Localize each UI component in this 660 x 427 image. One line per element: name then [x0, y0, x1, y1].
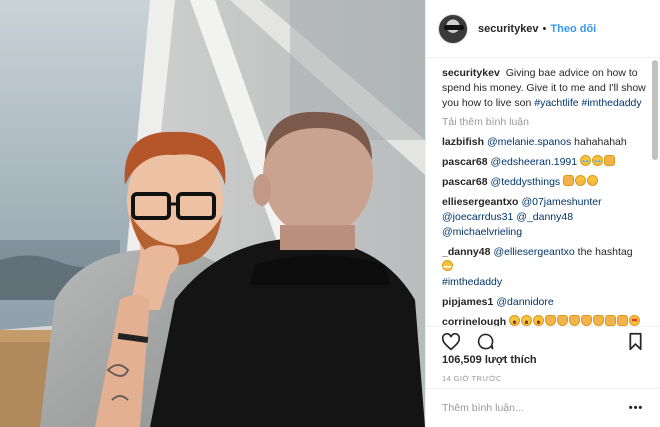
comment-username[interactable]: corrinelough [442, 316, 506, 326]
thumb-emoji-icon [605, 315, 617, 326]
comment-mention[interactable]: @dannidore [496, 296, 553, 308]
comment-row: corrinelough [442, 315, 646, 326]
thumb-emoji-icon [617, 315, 629, 326]
post-photo[interactable] [0, 0, 425, 427]
clap-emoji-icon [545, 315, 557, 326]
thumb-emoji-icon [563, 175, 575, 186]
comment-row: elliesergeantxo @07jameshunter @joecarrdu… [442, 195, 646, 240]
caption: securitykev Giving bae advice on how to … [442, 66, 646, 111]
post-sidebar: securitykev • Theo dõi securitykev Givin… [425, 0, 660, 427]
more-options-icon[interactable]: ••• [628, 402, 644, 414]
comment-mention[interactable]: @elliesergeantxo [493, 246, 574, 258]
caption-hashtags[interactable]: #yachtlife #imthedaddy [534, 97, 641, 109]
post-time: 14 GIỜ TRƯỚC [442, 374, 502, 383]
comment-mention[interactable]: @melanie.spanos [487, 136, 571, 148]
clap-emoji-icon [581, 315, 593, 326]
comment-row: lazbifish @melanie.spanos hahahahah [442, 135, 646, 150]
comment-text: the hashtag [577, 246, 633, 258]
comment-rows: lazbifish @melanie.spanos hahahahah pasca… [442, 135, 646, 326]
comment-mention[interactable]: @edsheeran.1991 [491, 156, 578, 168]
add-comment-bar: ••• [426, 388, 660, 427]
comment-username[interactable]: elliesergeantxo [442, 196, 518, 208]
post-header: securitykev • Theo dõi [426, 0, 660, 58]
separator-dot: • [542, 22, 547, 35]
scrollbar[interactable] [652, 60, 658, 160]
comment-row: pipjames1 @dannidore [442, 295, 646, 310]
cry-emoji-icon [592, 155, 604, 166]
comment-text: hahahahah [574, 136, 627, 148]
comment-row: pascar68 @edsheeran.1991 [442, 155, 646, 170]
photo-illustration [0, 0, 425, 427]
comment-hashtag[interactable]: #imthedaddy [442, 276, 502, 288]
thumb-emoji-icon [604, 155, 616, 166]
load-more-comments[interactable]: Tải thêm bình luận [442, 116, 646, 128]
hug-emoji-icon [575, 175, 587, 186]
laugh-emoji-icon [509, 315, 521, 326]
likes-count[interactable]: 106,509 lượt thích [442, 354, 537, 366]
comment-username[interactable]: _danny48 [442, 246, 490, 258]
grin-emoji-icon [442, 260, 453, 271]
comment-row: pascar68 @teddysthings [442, 175, 646, 190]
clap-emoji-icon [557, 315, 569, 326]
caption-username[interactable]: securitykev [442, 67, 500, 79]
heart-icon[interactable] [440, 331, 462, 353]
comments-list[interactable]: securitykev Giving bae advice on how to … [426, 58, 660, 326]
heart-eyes-emoji-icon [629, 315, 641, 326]
comment-username[interactable]: pascar68 [442, 156, 488, 168]
comment-mention[interactable]: @teddysthings [491, 176, 561, 188]
laugh-emoji-icon [533, 315, 545, 326]
comment-username[interactable]: pipjames1 [442, 296, 493, 308]
comment-username[interactable]: pascar68 [442, 176, 488, 188]
comment-username[interactable]: lazbifish [442, 136, 484, 148]
action-bar [426, 326, 660, 356]
cry-emoji-icon [580, 155, 592, 166]
laugh-emoji-icon [521, 315, 533, 326]
post-username[interactable]: securitykev [478, 23, 539, 35]
comment-row: _danny48 @elliesergeantxo the hashtag #im… [442, 245, 646, 290]
clap-emoji-icon [593, 315, 605, 326]
instagram-post: securitykev • Theo dõi securitykev Givin… [0, 0, 660, 427]
bookmark-icon[interactable] [624, 331, 646, 353]
add-comment-input[interactable] [442, 402, 628, 414]
follow-button[interactable]: Theo dõi [550, 23, 596, 35]
clap-emoji-icon [569, 315, 581, 326]
avatar[interactable] [438, 13, 468, 44]
hug-emoji-icon [587, 175, 599, 186]
comment-icon[interactable] [474, 331, 496, 353]
